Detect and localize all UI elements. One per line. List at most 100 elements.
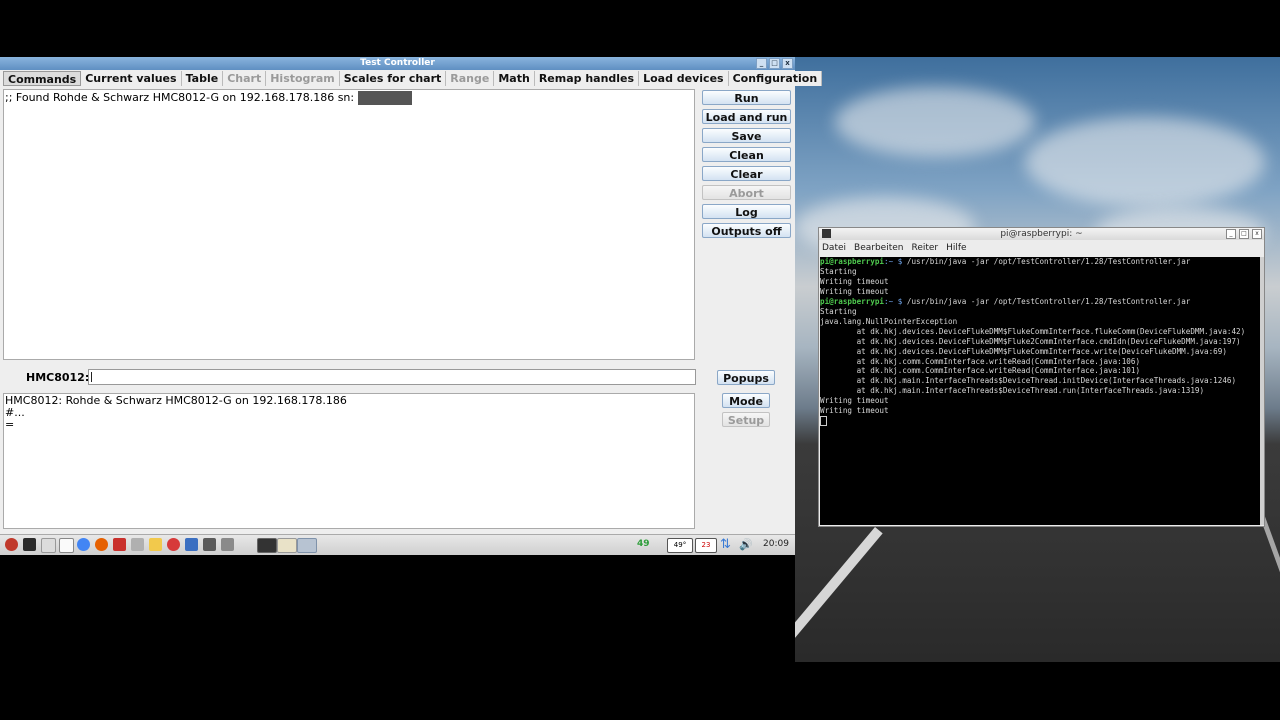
log-button[interactable]: Log [702, 204, 791, 219]
grid-app-icon[interactable] [185, 538, 198, 551]
tab-load-devices[interactable]: Load devices [639, 71, 729, 86]
network-icon[interactable]: ⇅ [720, 538, 731, 551]
road-marking [795, 527, 883, 662]
prompt-path: :~ $ [884, 257, 903, 266]
run-button[interactable]: Run [702, 90, 791, 105]
mail-icon[interactable] [41, 538, 56, 553]
terminal-launcher-icon[interactable] [23, 538, 36, 551]
redacted-serial [357, 91, 412, 105]
tab-histogram[interactable]: Histogram [266, 71, 340, 86]
terminal-line: Writing timeout [820, 276, 889, 286]
close-icon[interactable]: x [1252, 229, 1262, 239]
outputs-off-button[interactable]: Outputs off [702, 223, 791, 238]
test-controller-window: Test Controller _ □ x Commands Current va… [0, 57, 823, 554]
minimize-icon[interactable]: _ [756, 58, 767, 69]
load-and-run-button[interactable]: Load and run [702, 109, 791, 124]
terminal-line: Writing timeout [820, 406, 889, 416]
terminal-cursor [820, 416, 827, 427]
command-editor[interactable]: ;; Found Rohde & Schwarz HMC8012-G on 19… [3, 89, 695, 360]
tab-configuration[interactable]: Configuration [728, 71, 823, 86]
terminal-icon [822, 229, 831, 238]
tab-bar: Commands Current values Table Chart Histogra… [3, 71, 823, 86]
terminal-prompt-line: pi@raspberrypi:~ $ /usr/bin/java -jar /o… [820, 257, 1261, 267]
tab-commands[interactable]: Commands [3, 71, 82, 86]
clock: 20:09 [763, 539, 789, 549]
abort-button[interactable]: Abort [702, 185, 791, 200]
terminal-prompt-line: pi@raspberrypi:~ $ /usr/bin/java -jar /o… [820, 297, 1261, 307]
device-label: HMC8012: [26, 371, 90, 384]
camera-icon[interactable] [221, 538, 234, 551]
prompt-user: pi@raspberrypi [820, 257, 885, 266]
tab-scales-for-chart[interactable]: Scales for chart [339, 71, 447, 86]
device-command-input[interactable] [88, 369, 696, 385]
tab-chart[interactable]: Chart [223, 71, 267, 86]
firefox-icon[interactable] [95, 538, 108, 551]
close-icon[interactable]: x [782, 58, 793, 69]
terminal-line: Writing timeout [820, 396, 889, 406]
terminal-line: java.lang.NullPointerException [820, 316, 958, 326]
temperature-monitor: 49° [667, 538, 693, 553]
terminal-menu-reiter[interactable]: Reiter [911, 240, 938, 256]
terminal-task-icon[interactable] [257, 538, 277, 553]
terminal-menu-hilfe[interactable]: Hilfe [946, 240, 966, 256]
popups-button[interactable]: Popups [717, 370, 775, 385]
tab-remap-handles[interactable]: Remap handles [534, 71, 640, 86]
tab-range[interactable]: Range [446, 71, 495, 86]
java-task-icon[interactable] [297, 538, 317, 553]
output-line: = [5, 418, 15, 431]
terminal-menubar: Datei Bearbeiten Reiter Hilfe [819, 240, 1264, 256]
terminal-window: pi@raspberrypi: ~ _ □ x Datei Bearbeiten R… [818, 227, 1265, 527]
printer-icon[interactable] [131, 538, 144, 551]
filezilla-icon[interactable] [113, 538, 126, 551]
terminal-line: at dk.hkj.devices.DeviceFlukeDMM$Fluke2C… [820, 336, 1241, 346]
clean-button[interactable]: Clean [702, 147, 791, 162]
output-line: #... [5, 406, 25, 419]
terminal-menu-bearbeiten[interactable]: Bearbeiten [854, 240, 903, 256]
prompt-path: :~ $ [884, 296, 903, 306]
terminal-output[interactable]: pi@raspberrypi:~ $ /usr/bin/java -jar /o… [820, 257, 1261, 525]
maximize-icon[interactable]: □ [1239, 229, 1249, 239]
prompt-user: pi@raspberrypi [820, 296, 885, 306]
gear-red-icon[interactable] [167, 538, 180, 551]
terminal-cursor-line [820, 416, 1261, 427]
window-titlebar[interactable]: Test Controller _ □ x [0, 57, 795, 70]
window-title: Test Controller [360, 58, 435, 68]
text-caret [91, 372, 92, 382]
temperature-value: 49° [673, 541, 687, 549]
terminal-line: at dk.hkj.devices.DeviceFlukeDMM$FlukeCo… [820, 326, 1246, 336]
raspberry-menu-icon[interactable] [5, 538, 18, 551]
terminal-titlebar[interactable]: pi@raspberrypi: ~ _ □ x [819, 228, 1264, 240]
terminal-line: at dk.hkj.devices.DeviceFlukeDMM$FlukeCo… [820, 346, 1227, 356]
prompt-command: /usr/bin/java -jar /opt/TestController/1… [902, 296, 1191, 306]
cpu-counter: 49 [637, 539, 650, 549]
output-line: HMC8012: Rohde & Schwarz HMC8012-G on 19… [5, 394, 347, 407]
tab-current-values[interactable]: Current values [81, 71, 182, 86]
chromium-icon[interactable] [77, 538, 90, 551]
terminal-line: Writing timeout [820, 286, 889, 296]
volume-icon[interactable]: 🔊 [739, 538, 753, 551]
maximize-icon[interactable]: □ [769, 58, 780, 69]
tab-table[interactable]: Table [181, 71, 224, 86]
terminal-line: Starting [820, 266, 857, 276]
command-text: ;; Found Rohde & Schwarz HMC8012-G on 19… [5, 91, 355, 104]
minimize-icon[interactable]: _ [1226, 229, 1236, 239]
usb-icon[interactable] [203, 538, 216, 551]
folder-icon[interactable] [149, 538, 162, 551]
tab-math[interactable]: Math [494, 71, 535, 86]
mode-button[interactable]: Mode [722, 393, 770, 408]
setup-button[interactable]: Setup [722, 412, 770, 427]
cpu-monitor: 23 [695, 538, 717, 553]
document-icon[interactable] [59, 538, 74, 553]
terminal-scrollbar[interactable] [1260, 257, 1264, 525]
terminal-line: at dk.hkj.comm.CommInterface.writeRead(C… [820, 356, 1141, 366]
editor-task-icon[interactable] [277, 538, 297, 553]
clear-button[interactable]: Clear [702, 166, 791, 181]
taskbar: 49 49° 23 ⇅ 🔊 20:09 [0, 534, 795, 555]
save-button[interactable]: Save [702, 128, 791, 143]
device-output[interactable]: HMC8012: Rohde & Schwarz HMC8012-G on 19… [3, 393, 695, 529]
cpu-value: 23 [701, 541, 711, 549]
terminal-line: Starting [820, 306, 857, 316]
prompt-command: /usr/bin/java -jar /opt/TestController/1… [902, 257, 1191, 266]
terminal-line: at dk.hkj.comm.CommInterface.writeRead(C… [820, 366, 1141, 376]
terminal-menu-datei[interactable]: Datei [822, 240, 846, 256]
